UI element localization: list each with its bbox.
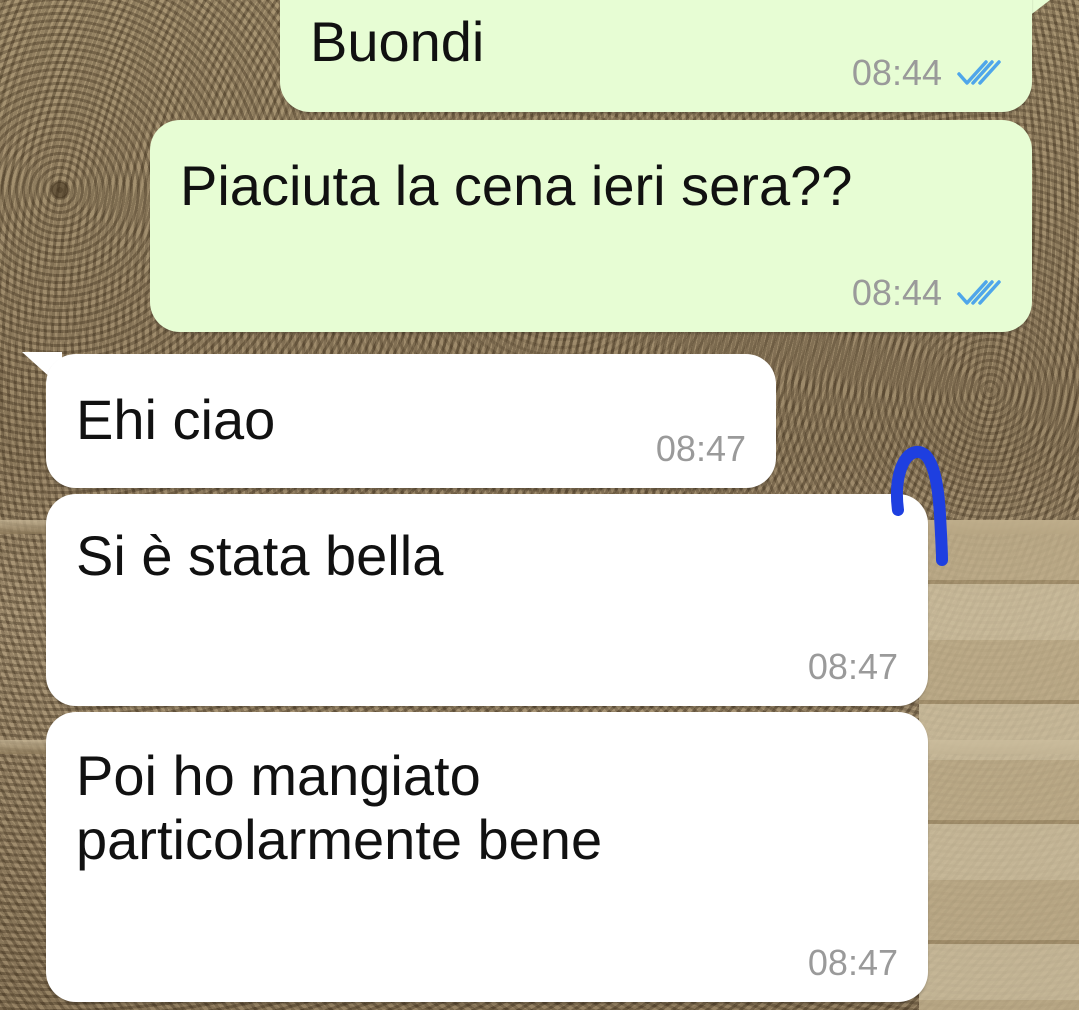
message-bubble-incoming[interactable]: Si è stata bella 08:47	[46, 494, 928, 706]
message-time: 08:47	[807, 646, 898, 687]
message-meta: 08:47	[808, 646, 898, 688]
read-double-check-icon	[956, 59, 1002, 87]
message-text: Buondi	[310, 10, 485, 73]
message-bubble-incoming[interactable]: Ehi ciao 08:47	[46, 354, 776, 488]
read-double-check-icon	[956, 279, 1002, 307]
wallpaper-panel	[919, 520, 1079, 1010]
message-meta: 08:44	[852, 52, 1002, 94]
message-text: Ehi ciao	[76, 388, 276, 451]
message-meta: 08:44	[852, 272, 1002, 314]
message-meta: 08:47	[656, 428, 746, 470]
message-bubble-outgoing[interactable]: Piaciuta la cena ieri sera?? 08:44	[150, 120, 1032, 332]
message-meta: 08:47	[808, 942, 898, 984]
message-text: Piaciuta la cena ieri sera??	[180, 154, 853, 217]
message-time: 08:47	[807, 942, 898, 983]
message-bubble-outgoing[interactable]: Buondi 08:44	[280, 0, 1032, 112]
message-time: 08:44	[851, 272, 942, 313]
message-time: 08:47	[655, 428, 746, 469]
message-time: 08:44	[851, 52, 942, 93]
message-text: Si è stata bella	[76, 524, 444, 587]
hand-drawn-mark-annotation	[891, 446, 948, 566]
message-bubble-incoming[interactable]: Poi ho mangiato particolarmente bene 08:…	[46, 712, 928, 1002]
message-text: Poi ho mangiato particolarmente bene	[76, 744, 603, 871]
